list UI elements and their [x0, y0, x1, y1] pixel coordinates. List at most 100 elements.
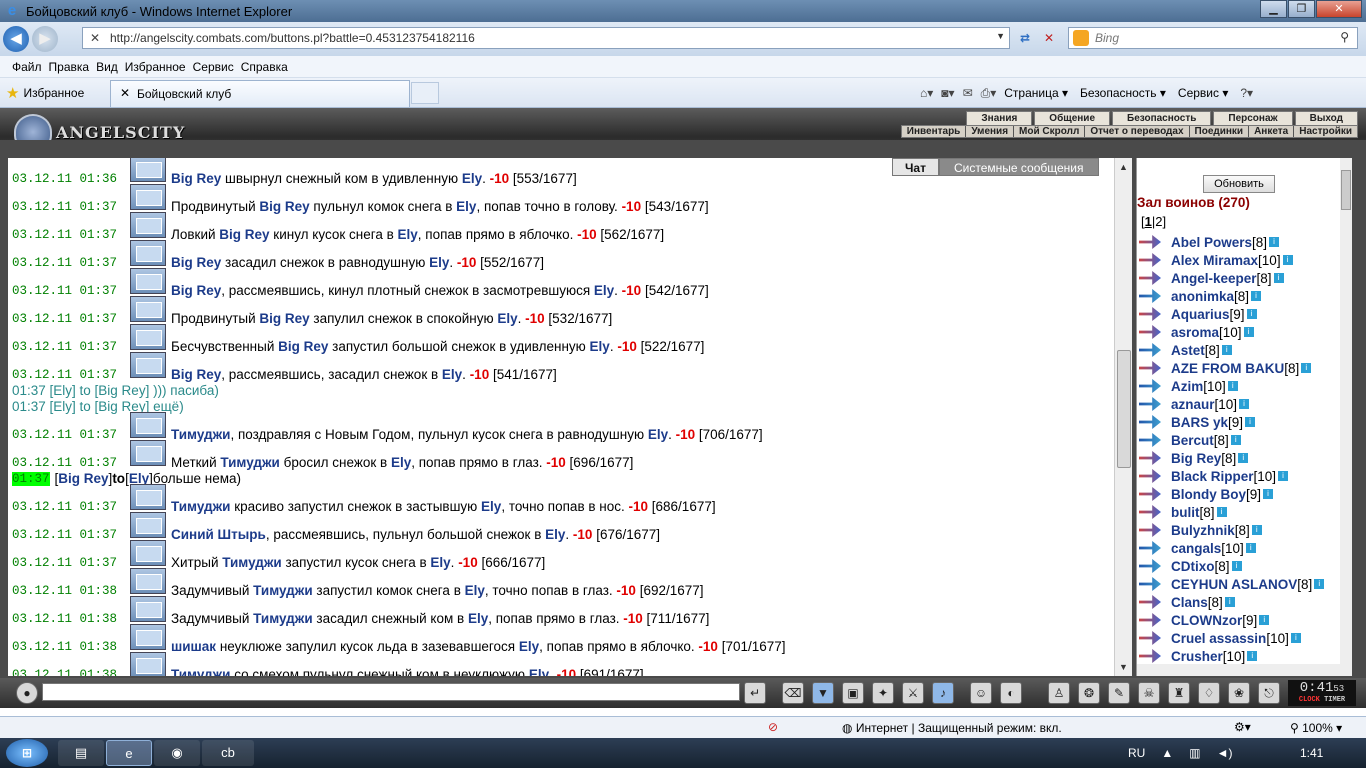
- volume-icon[interactable]: ◄): [1217, 746, 1233, 760]
- target-name[interactable]: Ely: [497, 311, 517, 326]
- attacker-name[interactable]: Big Rey: [171, 283, 221, 298]
- back-button[interactable]: ◀: [3, 26, 29, 52]
- attacker-name[interactable]: Big Rey: [219, 227, 269, 242]
- info-icon[interactable]: i: [1245, 417, 1256, 427]
- feeds-icon[interactable]: ◙▾: [941, 86, 954, 100]
- attacker-name[interactable]: Big Rey: [171, 255, 221, 270]
- player-name[interactable]: Clans: [1171, 595, 1208, 610]
- info-icon[interactable]: i: [1216, 507, 1227, 517]
- bottle-icon[interactable]: ♙: [1048, 682, 1070, 704]
- combats-taskbar-icon[interactable]: cb: [202, 740, 254, 766]
- player-name[interactable]: Black Ripper: [1171, 469, 1254, 484]
- nav-exit[interactable]: Выход: [1294, 111, 1358, 126]
- player-name[interactable]: CDtixo: [1171, 559, 1215, 574]
- maximize-button[interactable]: ❐: [1288, 0, 1315, 18]
- address-dropdown-icon[interactable]: ▼: [996, 31, 1005, 41]
- player-name[interactable]: Astet: [1171, 343, 1205, 358]
- player-name[interactable]: Alex Miramax: [1171, 253, 1258, 268]
- nav-my-scroll[interactable]: Мой Скролл: [1013, 126, 1084, 137]
- info-icon[interactable]: i: [1282, 255, 1293, 265]
- attacker-name[interactable]: шишак: [171, 639, 216, 654]
- target-name[interactable]: Ely: [398, 227, 418, 242]
- nav-battles[interactable]: Поединки: [1188, 126, 1249, 137]
- nav-settings[interactable]: Настройки: [1293, 126, 1357, 137]
- target-name[interactable]: Ely: [429, 255, 449, 270]
- home-icon[interactable]: ⌂▾: [920, 86, 933, 100]
- filter-icon[interactable]: ▼: [812, 682, 834, 704]
- attacker-name[interactable]: Тимуджи: [171, 667, 230, 676]
- speech-icon[interactable]: ●: [16, 682, 38, 704]
- scroll-up-icon[interactable]: ▲: [1119, 162, 1128, 172]
- info-icon[interactable]: i: [1230, 435, 1241, 445]
- sword-icon[interactable]: ⚔: [902, 682, 924, 704]
- sender-name[interactable]: Big Rey: [58, 471, 108, 486]
- target-name[interactable]: Ely: [481, 499, 501, 514]
- search-box[interactable]: Bing ⚲: [1068, 27, 1358, 49]
- safety-menu[interactable]: Безопасность ▾: [1080, 86, 1166, 100]
- close-button[interactable]: ✕: [1316, 0, 1362, 18]
- attacker-name[interactable]: Big Rey: [278, 339, 328, 354]
- nav-character[interactable]: Персонаж: [1213, 111, 1293, 126]
- target-name[interactable]: Ely: [442, 367, 462, 382]
- attacker-name[interactable]: Тимуджи: [171, 499, 230, 514]
- player-name[interactable]: Big Rey: [1171, 451, 1221, 466]
- helmet-icon[interactable]: ◐: [1000, 682, 1022, 704]
- player-name[interactable]: CLOWNzor: [1171, 613, 1242, 628]
- nav-knowledge[interactable]: Знания: [966, 111, 1033, 126]
- nav-transfers[interactable]: Отчет о переводах: [1084, 126, 1188, 137]
- paw-icon[interactable]: ❀: [1228, 682, 1250, 704]
- player-name[interactable]: CEYHUN ASLANOV: [1171, 577, 1297, 592]
- info-icon[interactable]: i: [1221, 345, 1232, 355]
- player-name[interactable]: Aquarius: [1171, 307, 1230, 322]
- menu-edit[interactable]: Правка: [49, 60, 90, 74]
- player-name[interactable]: cangals: [1171, 541, 1221, 556]
- page-2-link[interactable]: 2: [1155, 214, 1162, 229]
- bag-icon[interactable]: ♢: [1198, 682, 1220, 704]
- info-icon[interactable]: i: [1246, 309, 1257, 319]
- chrome-taskbar-icon[interactable]: ◉: [154, 740, 200, 766]
- print-icon[interactable]: ⎙▾: [981, 86, 997, 101]
- attacker-name[interactable]: Тимуджи: [220, 455, 279, 470]
- browser-tab[interactable]: ✕ Бойцовский клуб: [110, 80, 410, 107]
- info-icon[interactable]: i: [1278, 471, 1289, 481]
- info-icon[interactable]: i: [1247, 651, 1258, 661]
- chat-scrollbar[interactable]: ▲ ▼: [1114, 158, 1132, 676]
- info-icon[interactable]: i: [1243, 327, 1254, 337]
- attacker-name[interactable]: Тимуджи: [253, 583, 312, 598]
- target-name[interactable]: Ely: [468, 611, 488, 626]
- target-name[interactable]: Ely: [594, 283, 614, 298]
- player-name[interactable]: Abel Powers: [1171, 235, 1252, 250]
- zoom-level[interactable]: ⚲ 100% ▾: [1290, 721, 1342, 735]
- info-icon[interactable]: i: [1224, 597, 1235, 607]
- attacker-name[interactable]: Тимуджи: [171, 427, 230, 442]
- attacker-name[interactable]: Big Rey: [259, 199, 309, 214]
- skull-icon[interactable]: ☠: [1138, 682, 1160, 704]
- player-name[interactable]: Angel-keeper: [1171, 271, 1257, 286]
- info-icon[interactable]: i: [1290, 633, 1301, 643]
- info-icon[interactable]: i: [1259, 615, 1270, 625]
- info-icon[interactable]: i: [1301, 363, 1312, 373]
- scroll-down-icon[interactable]: ▼: [1119, 662, 1128, 672]
- target-name[interactable]: Ely: [465, 583, 485, 598]
- minimize-button[interactable]: ▁: [1260, 0, 1287, 18]
- target-name[interactable]: Ely: [590, 339, 610, 354]
- target-name[interactable]: Ely: [430, 555, 450, 570]
- help-icon[interactable]: ?▾: [1240, 86, 1253, 100]
- menu-file[interactable]: Файл: [12, 60, 42, 74]
- player-name[interactable]: Blondy Boy: [1171, 487, 1246, 502]
- page-menu[interactable]: Страница ▾: [1004, 86, 1068, 100]
- player-name[interactable]: Bercut: [1171, 433, 1214, 448]
- nav-skills[interactable]: Умения: [965, 126, 1013, 137]
- target-name[interactable]: Ely: [648, 427, 668, 442]
- attacker-name[interactable]: Big Rey: [171, 367, 221, 382]
- tab-chat[interactable]: Чат: [892, 158, 939, 176]
- network-icon[interactable]: ▥: [1189, 746, 1200, 760]
- info-icon[interactable]: i: [1238, 453, 1249, 463]
- tab-system-messages[interactable]: Системные сообщения: [938, 158, 1099, 176]
- menu-view[interactable]: Вид: [96, 60, 118, 74]
- nav-communication[interactable]: Общение: [1034, 111, 1110, 126]
- new-tab-button[interactable]: [411, 82, 439, 104]
- protected-mode-icon[interactable]: ⚙▾: [1234, 720, 1251, 734]
- target-name[interactable]: Ely: [529, 667, 549, 676]
- armor-icon[interactable]: ♜: [1168, 682, 1190, 704]
